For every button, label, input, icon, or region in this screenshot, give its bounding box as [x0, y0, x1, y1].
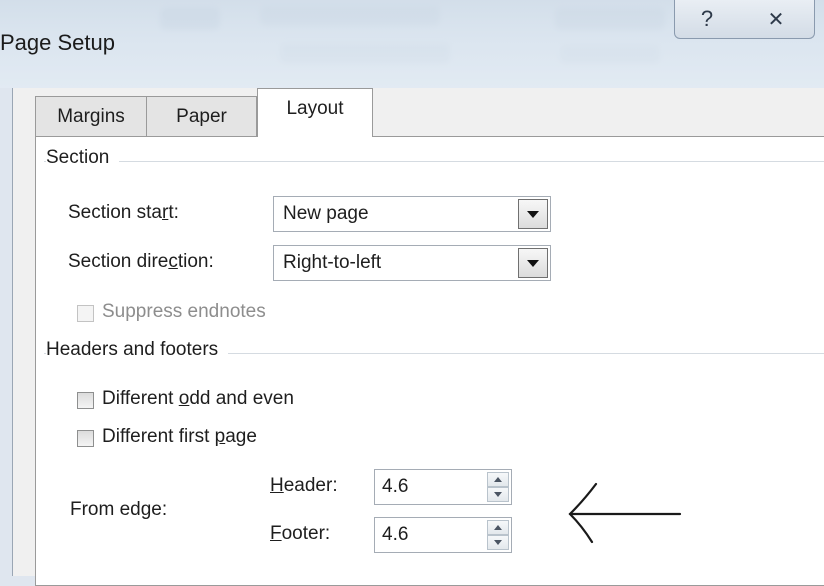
- help-button[interactable]: ?: [674, 0, 740, 39]
- header-label: Header:: [270, 475, 338, 496]
- different-odd-even-label: Different odd and even: [102, 388, 294, 409]
- left-arrow-icon: [568, 482, 682, 544]
- tab-label: Margins: [57, 105, 125, 127]
- dropdown-button[interactable]: [518, 199, 548, 229]
- section-heading: Section: [46, 147, 120, 169]
- close-button[interactable]: ✕: [738, 0, 815, 39]
- suppress-endnotes-label: Suppress endnotes: [102, 301, 266, 322]
- tab-margins[interactable]: Margins: [35, 96, 147, 136]
- dropdown-button[interactable]: [518, 248, 548, 278]
- section-start-label: Section start:: [68, 202, 179, 223]
- spin-up-button[interactable]: [487, 472, 509, 487]
- section-direction-dropdown[interactable]: Right-to-left: [273, 245, 551, 281]
- section-direction-label: Section direction:: [68, 251, 214, 272]
- title-bar: Page Setup ? ✕: [0, 0, 824, 88]
- footer-label: Footer:: [270, 523, 331, 544]
- section-direction-value: Right-to-left: [283, 252, 382, 273]
- section-start-value: New page: [283, 203, 369, 224]
- footer-distance-spinner[interactable]: 4.6: [374, 517, 512, 553]
- spinner-arrows: [487, 472, 509, 502]
- tab-layout[interactable]: Layout: [257, 88, 373, 137]
- layout-tab-panel: Section Section start: New page Section …: [35, 136, 824, 586]
- section-start-dropdown[interactable]: New page: [273, 196, 551, 232]
- from-edge-label: From edge:: [70, 499, 168, 520]
- page-setup-dialog: Page Setup ? ✕ Margins Paper Layout Sect…: [0, 0, 824, 586]
- headers-footers-heading: Headers and footers: [46, 339, 229, 361]
- different-first-page-checkbox[interactable]: [77, 430, 94, 447]
- chevron-down-icon: [527, 259, 539, 267]
- section-divider: [44, 161, 824, 162]
- arrow-up-icon: [494, 477, 502, 482]
- tab-label: Layout: [286, 98, 344, 119]
- arrow-down-icon: [494, 492, 502, 497]
- header-distance-spinner[interactable]: 4.6: [374, 469, 512, 505]
- tab-label: Paper: [176, 105, 227, 127]
- arrow-down-icon: [494, 540, 502, 545]
- spin-down-button[interactable]: [487, 487, 509, 502]
- suppress-endnotes-checkbox[interactable]: [77, 305, 94, 322]
- spin-down-button[interactable]: [487, 535, 509, 550]
- dialog-client-area: Margins Paper Layout Section Section sta…: [12, 88, 824, 586]
- different-first-page-label: Different first page: [102, 426, 257, 447]
- spin-up-button[interactable]: [487, 520, 509, 535]
- footer-distance-value: 4.6: [382, 524, 409, 545]
- chevron-down-icon: [527, 210, 539, 218]
- arrow-up-icon: [494, 525, 502, 530]
- help-icon: ?: [700, 6, 714, 31]
- tab-paper[interactable]: Paper: [147, 96, 257, 136]
- spinner-arrows: [487, 520, 509, 550]
- dialog-title: Page Setup: [0, 30, 115, 55]
- different-odd-even-checkbox[interactable]: [77, 392, 94, 409]
- header-distance-value: 4.6: [382, 476, 409, 497]
- close-icon: ✕: [767, 8, 785, 31]
